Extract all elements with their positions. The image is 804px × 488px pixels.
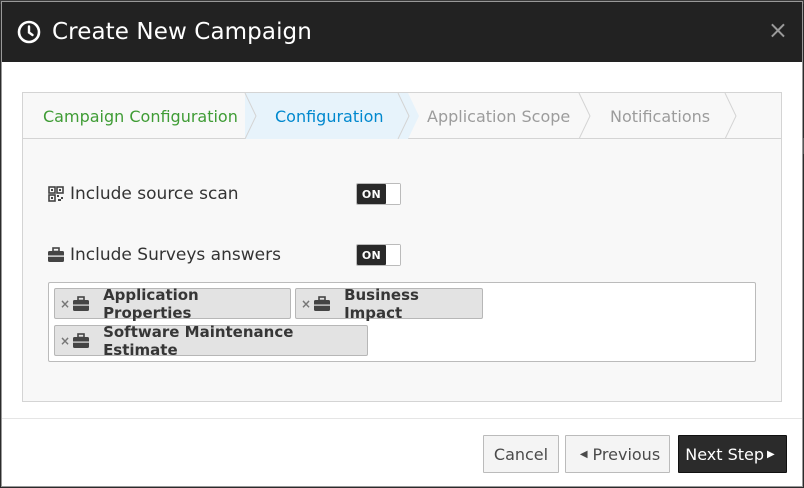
surveys-row: Include Surveys answers xyxy=(47,245,281,265)
toggle-off-area xyxy=(386,184,400,204)
briefcase-icon xyxy=(72,332,90,349)
clock-icon xyxy=(16,19,42,45)
modal-title: Create New Campaign xyxy=(52,19,312,45)
wizard-steps: Campaign Configuration Configuration App… xyxy=(23,93,781,139)
caret-left-icon: ◀ xyxy=(579,448,588,460)
modal-body: Campaign Configuration Configuration App… xyxy=(2,62,802,419)
tag-label: Application Properties xyxy=(103,285,199,322)
step-label: Campaign Configuration xyxy=(43,106,238,126)
step-configuration[interactable]: Configuration xyxy=(275,93,384,139)
toggle-on-label: ON xyxy=(357,245,386,265)
modal-footer: Cancel ◀ Previous Next Step ▶ xyxy=(2,418,802,486)
survey-tag: × Software Maintenance Estimate xyxy=(54,322,368,359)
survey-tag: × Application Properties xyxy=(54,285,291,322)
wizard-panel: Campaign Configuration Configuration App… xyxy=(22,92,782,402)
surveys-label: Include Surveys answers xyxy=(70,245,281,265)
source-scan-label: Include source scan xyxy=(70,184,239,204)
survey-tags-input[interactable]: × Application Properties × Business Impa… xyxy=(48,282,756,362)
step-label: Configuration xyxy=(275,106,384,126)
caret-right-icon: ▶ xyxy=(767,448,775,460)
qrcode-icon xyxy=(47,185,65,203)
close-icon[interactable]: × xyxy=(768,18,788,42)
step-label: Notifications xyxy=(610,106,711,126)
step-notifications[interactable]: Notifications xyxy=(610,93,710,139)
next-step-button[interactable]: Next Step ▶ xyxy=(678,435,787,473)
step-application-scope[interactable]: Application Scope xyxy=(427,93,570,139)
modal-header: Create New Campaign × xyxy=(2,2,802,62)
source-scan-row: Include source scan xyxy=(47,184,239,204)
remove-tag-icon[interactable]: × xyxy=(60,297,70,311)
source-scan-toggle[interactable]: ON xyxy=(356,183,401,205)
create-campaign-modal: Create New Campaign × Campaign Configura… xyxy=(1,1,803,487)
surveys-toggle[interactable]: ON xyxy=(356,244,401,266)
toggle-off-area xyxy=(386,245,400,265)
previous-label: Previous xyxy=(592,444,661,464)
briefcase-icon xyxy=(72,295,90,312)
remove-tag-icon[interactable]: × xyxy=(301,297,311,311)
step-campaign-configuration[interactable]: Campaign Configuration xyxy=(43,93,238,139)
toggle-on-label: ON xyxy=(357,184,386,204)
survey-tag: × Business Impact xyxy=(295,285,483,322)
previous-button[interactable]: ◀ Previous xyxy=(565,435,670,473)
next-step-label: Next Step xyxy=(685,444,765,464)
tag-label: Business Impact xyxy=(344,285,419,322)
tag-label: Software Maintenance Estimate xyxy=(103,322,294,359)
cancel-label: Cancel xyxy=(493,444,549,464)
cancel-button[interactable]: Cancel xyxy=(483,435,559,473)
briefcase-icon xyxy=(47,246,65,264)
remove-tag-icon[interactable]: × xyxy=(60,334,70,348)
briefcase-icon xyxy=(313,295,331,312)
step-label: Application Scope xyxy=(427,106,571,126)
